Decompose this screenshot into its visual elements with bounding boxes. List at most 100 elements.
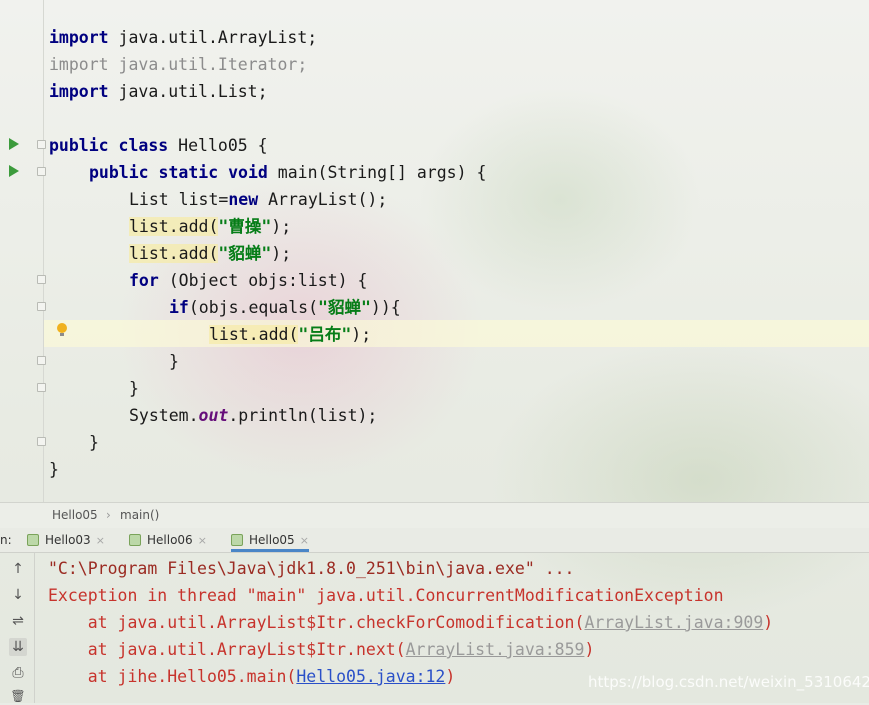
- code-line-10[interactable]: for (Object objs:list) {: [129, 267, 367, 294]
- keyword: for: [129, 271, 159, 290]
- keyword: import: [49, 55, 109, 74]
- code-text: .println(list);: [228, 406, 378, 425]
- keyword: static: [158, 163, 219, 182]
- code-editor[interactable]: import java.util.ArrayList; import java.…: [0, 0, 869, 502]
- fold-icon[interactable]: [37, 437, 46, 446]
- fold-icon[interactable]: [37, 140, 46, 149]
- stack-text: at java.util.ArrayList$Itr.next(: [48, 640, 406, 659]
- code-text: List list=: [129, 190, 229, 209]
- code-text: ArrayList();: [258, 190, 388, 209]
- code-text: java.util.List;: [108, 82, 268, 101]
- console-stack-line: at java.util.ArrayList$Itr.next(ArrayLis…: [48, 636, 595, 663]
- fold-icon[interactable]: [37, 167, 46, 176]
- code-line-6[interactable]: public static void main(String[] args) {: [89, 159, 486, 186]
- tab-label: Hello06: [147, 533, 193, 547]
- run-config-icon: [129, 534, 141, 546]
- code-line-13[interactable]: }: [169, 348, 179, 375]
- stack-text: ): [445, 667, 456, 686]
- tab-label: Hello03: [45, 533, 91, 547]
- fold-icon[interactable]: [37, 275, 46, 284]
- code-text: )){: [370, 298, 401, 317]
- lightbulb-icon[interactable]: [57, 323, 67, 336]
- keyword: void: [228, 163, 268, 182]
- code-text: }: [49, 460, 59, 479]
- run-main-icon[interactable]: [9, 165, 19, 177]
- tab-hello05[interactable]: Hello05 ×: [231, 528, 309, 552]
- keyword: import: [49, 28, 109, 47]
- code-text: );: [351, 325, 372, 344]
- code-line-16[interactable]: }: [89, 429, 99, 456]
- string-literal: "吕布": [298, 325, 352, 344]
- code-text: list.add(: [129, 217, 219, 236]
- tab-hello06[interactable]: Hello06 ×: [129, 528, 207, 552]
- fold-icon[interactable]: [37, 356, 46, 365]
- code-line-17[interactable]: }: [49, 456, 59, 483]
- close-icon[interactable]: ×: [198, 534, 207, 547]
- console-exception-line: Exception in thread "main" java.util.Con…: [48, 586, 724, 605]
- string-literal: "貂蝉": [318, 298, 371, 317]
- code-line-9[interactable]: list.add("貂蝉");: [129, 240, 291, 267]
- code-text: (Object objs:list) {: [158, 271, 368, 290]
- breadcrumb-file[interactable]: Hello05: [52, 503, 98, 527]
- code-text: Hello05 {: [168, 136, 268, 155]
- code-text: list.add(: [129, 244, 219, 263]
- console-stack-line: at jihe.Hello05.main(Hello05.java:12): [48, 663, 456, 690]
- keyword: import: [49, 82, 109, 101]
- code-line-12[interactable]: list.add("吕布");: [209, 321, 371, 348]
- code-text: }: [89, 433, 99, 452]
- editor-gutter: [0, 0, 43, 502]
- up-arrow-icon[interactable]: ↑: [9, 560, 27, 578]
- tab-hello03[interactable]: Hello03 ×: [27, 528, 105, 552]
- code-line-1[interactable]: import java.util.ArrayList;: [49, 24, 317, 51]
- code-line-15[interactable]: System.out.println(list);: [129, 402, 377, 429]
- breadcrumb-method[interactable]: main(): [120, 503, 159, 527]
- string-literal: "曹操": [218, 217, 272, 236]
- close-icon[interactable]: ×: [96, 534, 105, 547]
- keyword: class: [118, 136, 169, 155]
- code-line-7[interactable]: List list=new ArrayList();: [129, 186, 387, 213]
- code-line-5[interactable]: public class Hello05 {: [49, 132, 268, 159]
- fold-icon[interactable]: [37, 302, 46, 311]
- trash-icon[interactable]: 🗑: [9, 687, 27, 705]
- current-line-highlight: [44, 320, 869, 347]
- console-stack-line: at java.util.ArrayList$Itr.checkForComod…: [48, 609, 773, 636]
- code-text: }: [129, 379, 139, 398]
- run-class-icon[interactable]: [9, 138, 19, 150]
- run-label: n:: [0, 533, 12, 547]
- code-line-2[interactable]: import java.util.Iterator;: [49, 51, 307, 78]
- breadcrumb-separator: ›: [106, 508, 111, 522]
- keyword: new: [228, 190, 259, 209]
- stack-text: at java.util.ArrayList$Itr.checkForComod…: [48, 613, 585, 632]
- gutter-divider: [43, 0, 44, 502]
- scroll-to-end-icon[interactable]: ⇊: [9, 638, 27, 656]
- stack-text: ): [584, 640, 595, 659]
- run-config-icon: [231, 534, 243, 546]
- stack-text: ): [763, 613, 774, 632]
- keyword: if: [169, 298, 189, 317]
- code-line-14[interactable]: }: [129, 375, 139, 402]
- code-text: System.: [129, 406, 199, 425]
- down-arrow-icon[interactable]: ↓: [9, 586, 27, 604]
- console-command-line: "C:\Program Files\Java\jdk1.8.0_251\bin\…: [48, 559, 575, 578]
- code-line-3[interactable]: import java.util.List;: [49, 78, 268, 105]
- close-icon[interactable]: ×: [300, 534, 309, 547]
- code-text: main(String[] args) {: [267, 163, 487, 182]
- stack-link[interactable]: ArrayList.java:859: [406, 640, 585, 659]
- run-tab-bar: n: Hello03 × Hello06 × Hello05 ×: [0, 528, 869, 553]
- code-line-8[interactable]: list.add("曹操");: [129, 213, 291, 240]
- keyword: public: [49, 136, 109, 155]
- run-config-icon: [27, 534, 39, 546]
- code-line-11[interactable]: if(objs.equals("貂蝉")){: [169, 294, 401, 321]
- stack-link[interactable]: ArrayList.java:909: [584, 613, 763, 632]
- fold-icon[interactable]: [37, 383, 46, 392]
- breadcrumb: Hello05 › main(): [0, 502, 869, 529]
- code-text: );: [271, 244, 292, 263]
- soft-wrap-icon[interactable]: ⇌: [9, 612, 27, 630]
- static-field: out: [198, 406, 229, 425]
- stack-link[interactable]: Hello05.java:12: [296, 667, 445, 686]
- code-text: java.util.ArrayList;: [108, 28, 318, 47]
- code-text: java.util.Iterator;: [108, 55, 308, 74]
- tab-label: Hello05: [249, 533, 295, 547]
- string-literal: "貂蝉": [218, 244, 272, 263]
- print-icon[interactable]: ⎙: [9, 664, 27, 682]
